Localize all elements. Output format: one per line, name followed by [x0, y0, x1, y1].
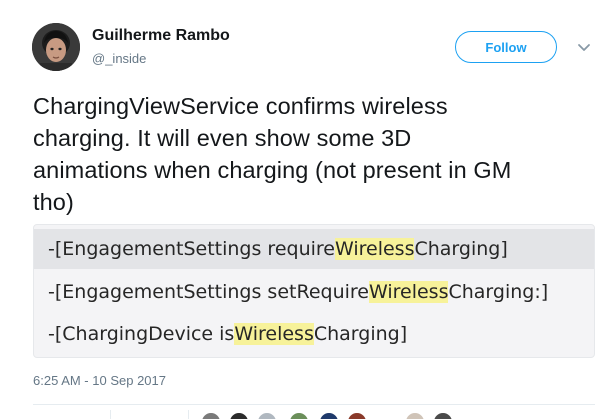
follow-button[interactable]: Follow [455, 31, 557, 63]
tweet: Guilherme Rambo @_inside Follow Charging… [0, 0, 614, 419]
code-prefix: -[ChargingDevice is [48, 323, 235, 345]
code-highlight: Wireless [234, 323, 314, 345]
liker-avatar[interactable] [318, 411, 340, 419]
liker-avatar[interactable] [404, 411, 426, 419]
code-prefix: -[EngagementSettings setRequire [48, 281, 369, 303]
tweet-text-line: ChargingViewService confirms wireless [33, 93, 448, 119]
code-highlight: Wireless [334, 238, 415, 260]
timestamp[interactable]: 6:25 AM - 10 Sep 2017 [33, 373, 166, 388]
code-suffix: Charging] [313, 323, 408, 345]
liker-avatar[interactable] [256, 411, 278, 419]
code-prefix: -[EngagementSettings require [48, 238, 335, 260]
avatar[interactable] [32, 23, 80, 71]
stat-separator [110, 410, 111, 419]
liker-avatar[interactable] [432, 411, 454, 419]
liker-avatar[interactable] [228, 411, 250, 419]
tweet-text-line: animations when charging (not present in… [33, 157, 512, 183]
liker-avatar[interactable] [288, 411, 310, 419]
tweet-text-line: charging. It will even show some 3D [33, 125, 412, 151]
code-line: -[ChargingDevice isWirelessCharging] [34, 314, 594, 354]
liker-avatar[interactable] [200, 411, 222, 419]
code-suffix: Charging:] [448, 281, 549, 303]
code-line: -[EngagementSettings requireWirelessChar… [34, 229, 594, 269]
media-image[interactable]: -[EngagementSettings requireWirelessChar… [33, 224, 595, 358]
tweet-text-line: tho) [33, 189, 74, 215]
code-line: -[EngagementSettings setRequireWirelessC… [34, 272, 594, 312]
code-suffix: Charging] [414, 238, 508, 260]
divider [33, 404, 595, 405]
chevron-down-icon[interactable] [576, 41, 592, 53]
tweet-text: ChargingViewService confirms wireless ch… [33, 90, 603, 218]
display-name[interactable]: Guilherme Rambo [92, 27, 230, 45]
stat-separator [188, 410, 189, 419]
code-highlight: Wireless [368, 281, 449, 303]
user-handle[interactable]: @_inside [92, 51, 146, 66]
liker-avatar[interactable] [346, 411, 368, 419]
